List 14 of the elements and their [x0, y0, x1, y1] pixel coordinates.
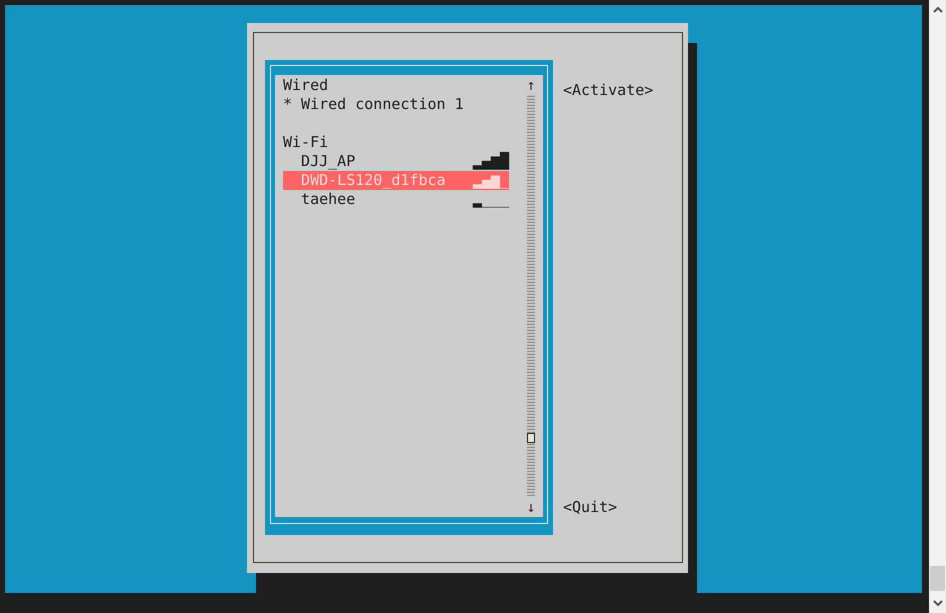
connection-item[interactable]: DJJ_AP ▂▄▆█ — [283, 152, 509, 171]
scroll-up-arrow[interactable]: ↑ — [526, 76, 536, 95]
section-heading: Wired — [283, 76, 328, 95]
scroll-thumb[interactable] — [527, 433, 535, 443]
scroll-down-arrow[interactable]: ↓ — [526, 498, 536, 517]
connection-item[interactable]: taehee ▂___ — [283, 190, 509, 209]
chevron-up-icon[interactable] — [932, 5, 942, 15]
quit-button[interactable]: <Quit> — [563, 498, 654, 517]
section-heading: Wi-Fi — [283, 133, 328, 152]
window-scrollbar[interactable] — [929, 0, 946, 613]
connection-item[interactable]: * Wired connection 1 — [283, 95, 509, 114]
activate-button[interactable]: <Activate> — [563, 81, 654, 100]
scrollbar-thumb[interactable] — [930, 566, 945, 591]
chevron-down-icon[interactable] — [932, 598, 942, 608]
